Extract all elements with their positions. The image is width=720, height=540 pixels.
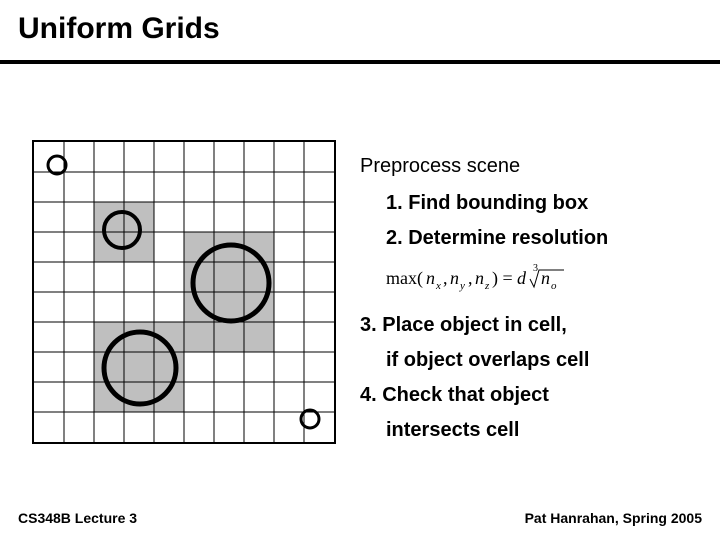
svg-text:y: y (459, 280, 465, 292)
footer-right: Pat Hanrahan, Spring 2005 (525, 510, 702, 526)
uniform-grid-diagram (32, 140, 336, 444)
step-4: 4. Check that object (360, 384, 700, 407)
svg-text:d: d (517, 268, 527, 288)
subheading: Preprocess scene (360, 155, 700, 178)
svg-text:z: z (484, 280, 490, 292)
step-3-cont: if object overlaps cell (360, 349, 700, 372)
horizontal-rule (0, 60, 720, 64)
svg-text:n: n (475, 268, 484, 288)
content-block: Preprocess scene 1. Find bounding box 2.… (360, 155, 700, 454)
step-4-cont: intersects cell (360, 419, 700, 442)
svg-text:x: x (435, 280, 441, 292)
svg-text:n: n (426, 268, 435, 288)
footer-left: CS348B Lecture 3 (18, 510, 137, 526)
step-3: 3. Place object in cell, (360, 314, 700, 337)
svg-text:,: , (468, 268, 473, 288)
svg-text:max(: max( (386, 268, 423, 289)
svg-text:3: 3 (533, 263, 538, 274)
svg-text:n: n (541, 268, 550, 288)
svg-text:) =: ) = (492, 268, 513, 289)
step-1: 1. Find bounding box (360, 192, 700, 215)
svg-text:,: , (443, 268, 448, 288)
step-2: 2. Determine resolution (360, 227, 700, 250)
page-title: Uniform Grids (18, 12, 220, 46)
svg-text:o: o (551, 280, 557, 292)
resolution-formula: max( n x , n y , n z ) = d 3 n o (360, 262, 700, 300)
svg-text:n: n (450, 268, 459, 288)
